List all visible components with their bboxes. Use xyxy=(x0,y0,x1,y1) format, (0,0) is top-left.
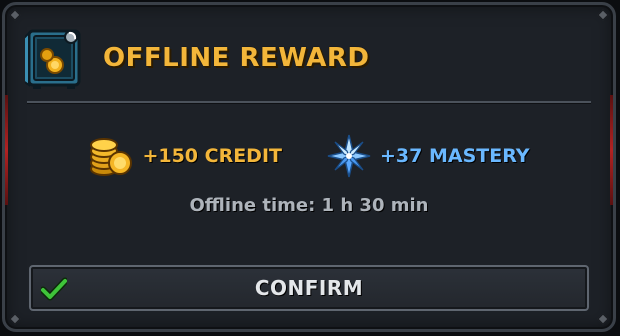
reward-credit: +150 CREDIT xyxy=(88,133,282,179)
corner-rivet xyxy=(597,313,609,325)
mastery-reward-label: +37 MASTERY xyxy=(380,145,530,167)
dialog-header: OFFLINE REWARD xyxy=(25,23,369,93)
rewards-row: +150 CREDIT +37 MASTERY xyxy=(5,133,613,179)
check-icon xyxy=(41,277,67,301)
gold-coins-icon xyxy=(90,138,133,176)
dialog-title: OFFLINE REWARD xyxy=(103,43,370,73)
header-divider xyxy=(27,101,591,104)
offline-reward-dialog: OFFLINE REWARD +150 CREDIT +37 MASTERY O… xyxy=(2,2,616,332)
corner-rivet xyxy=(9,313,21,325)
confirm-button[interactable]: CONFIRM xyxy=(29,265,589,311)
reward-mastery: +37 MASTERY xyxy=(326,133,530,179)
blue-crystal-icon xyxy=(327,134,371,178)
offline-time-text: Offline time: 1 h 30 min xyxy=(189,195,429,216)
confirm-label: CONFIRM xyxy=(254,276,364,300)
safe-icon xyxy=(25,29,81,89)
corner-rivet xyxy=(597,9,609,21)
credit-reward-label: +150 CREDIT xyxy=(142,145,282,167)
corner-rivet xyxy=(9,9,21,21)
